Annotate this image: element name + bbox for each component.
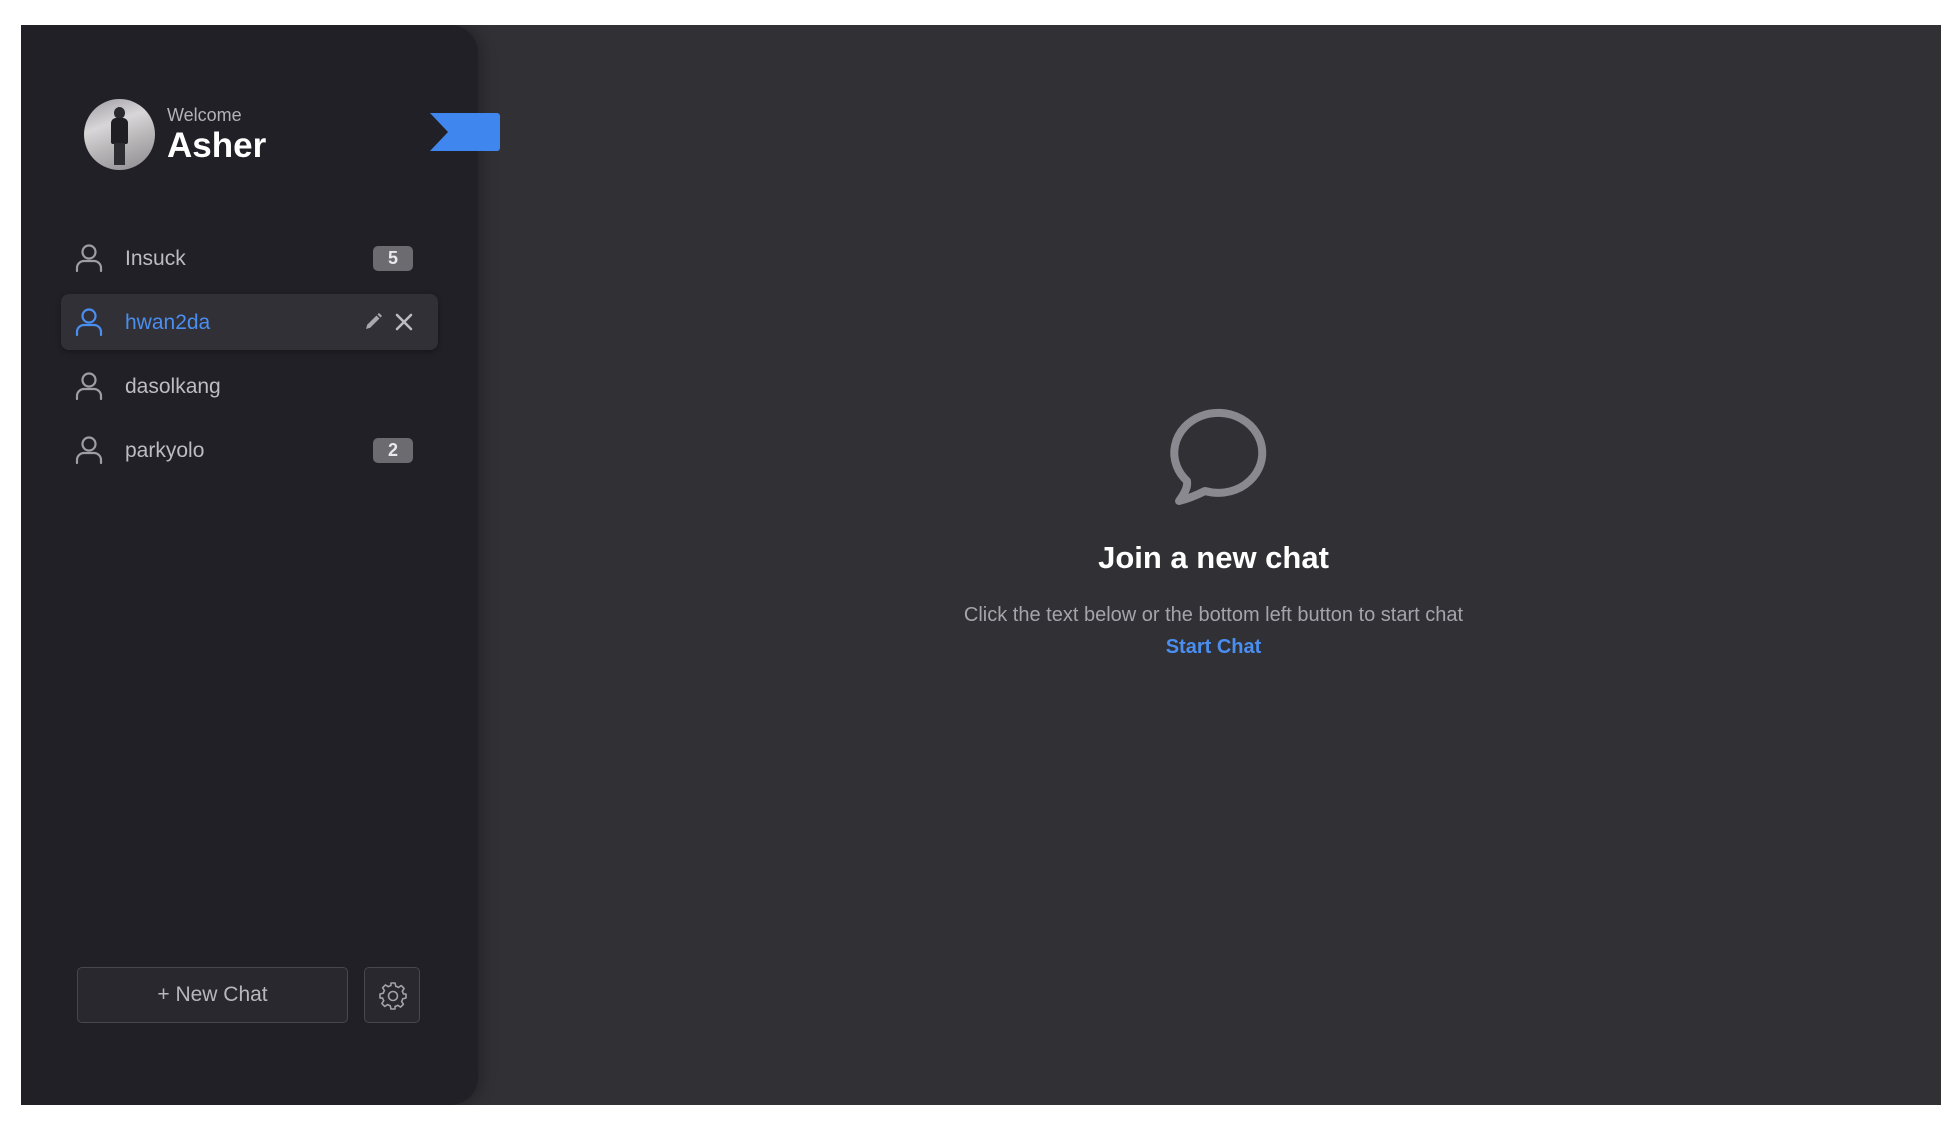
new-chat-button[interactable]: + New Chat <box>77 967 348 1023</box>
welcome-block: Welcome Asher <box>167 104 266 166</box>
unread-badge: 2 <box>373 438 413 463</box>
chat-item-label: parkyolo <box>125 439 205 462</box>
pencil-icon[interactable] <box>362 311 384 333</box>
chat-app: Welcome Asher Insuck 5 hwan2da dasolkang… <box>21 25 1941 1105</box>
sidebar: Welcome Asher Insuck 5 hwan2da dasolkang… <box>21 25 478 1105</box>
empty-title: Join a new chat <box>1098 540 1329 575</box>
chat-item-label: dasolkang <box>125 375 221 398</box>
gear-icon <box>379 982 407 1010</box>
empty-state: Join a new chat Click the text below or … <box>478 405 1941 661</box>
main-panel: Join a new chat Click the text below or … <box>478 25 1941 1105</box>
chat-bubble-icon <box>1169 408 1266 505</box>
chat-item-label: Insuck <box>125 247 186 270</box>
welcome-label: Welcome <box>167 104 242 125</box>
user-name: Asher <box>167 125 267 165</box>
empty-subtitle: Click the text below or the bottom left … <box>963 604 1464 626</box>
avatar <box>84 99 155 170</box>
chat-item-hwan2da[interactable]: hwan2da <box>61 294 438 350</box>
close-icon[interactable] <box>393 311 415 333</box>
user-profile: Welcome Asher <box>84 99 266 170</box>
person-icon <box>75 308 103 337</box>
person-icon <box>75 372 103 401</box>
person-icon <box>75 436 103 465</box>
settings-button[interactable] <box>364 967 420 1023</box>
chat-item-label: hwan2da <box>125 311 211 334</box>
unread-badge: 5 <box>373 246 413 271</box>
chat-item-dasolkang[interactable]: dasolkang <box>61 358 438 414</box>
person-icon <box>75 244 103 273</box>
start-chat-link[interactable]: Start Chat <box>1166 633 1262 661</box>
chat-item-parkyolo[interactable]: parkyolo 2 <box>61 422 438 478</box>
chat-item-insuck[interactable]: Insuck 5 <box>61 230 438 286</box>
chat-list: Insuck 5 hwan2da dasolkang parkyolo 2 <box>61 230 438 486</box>
